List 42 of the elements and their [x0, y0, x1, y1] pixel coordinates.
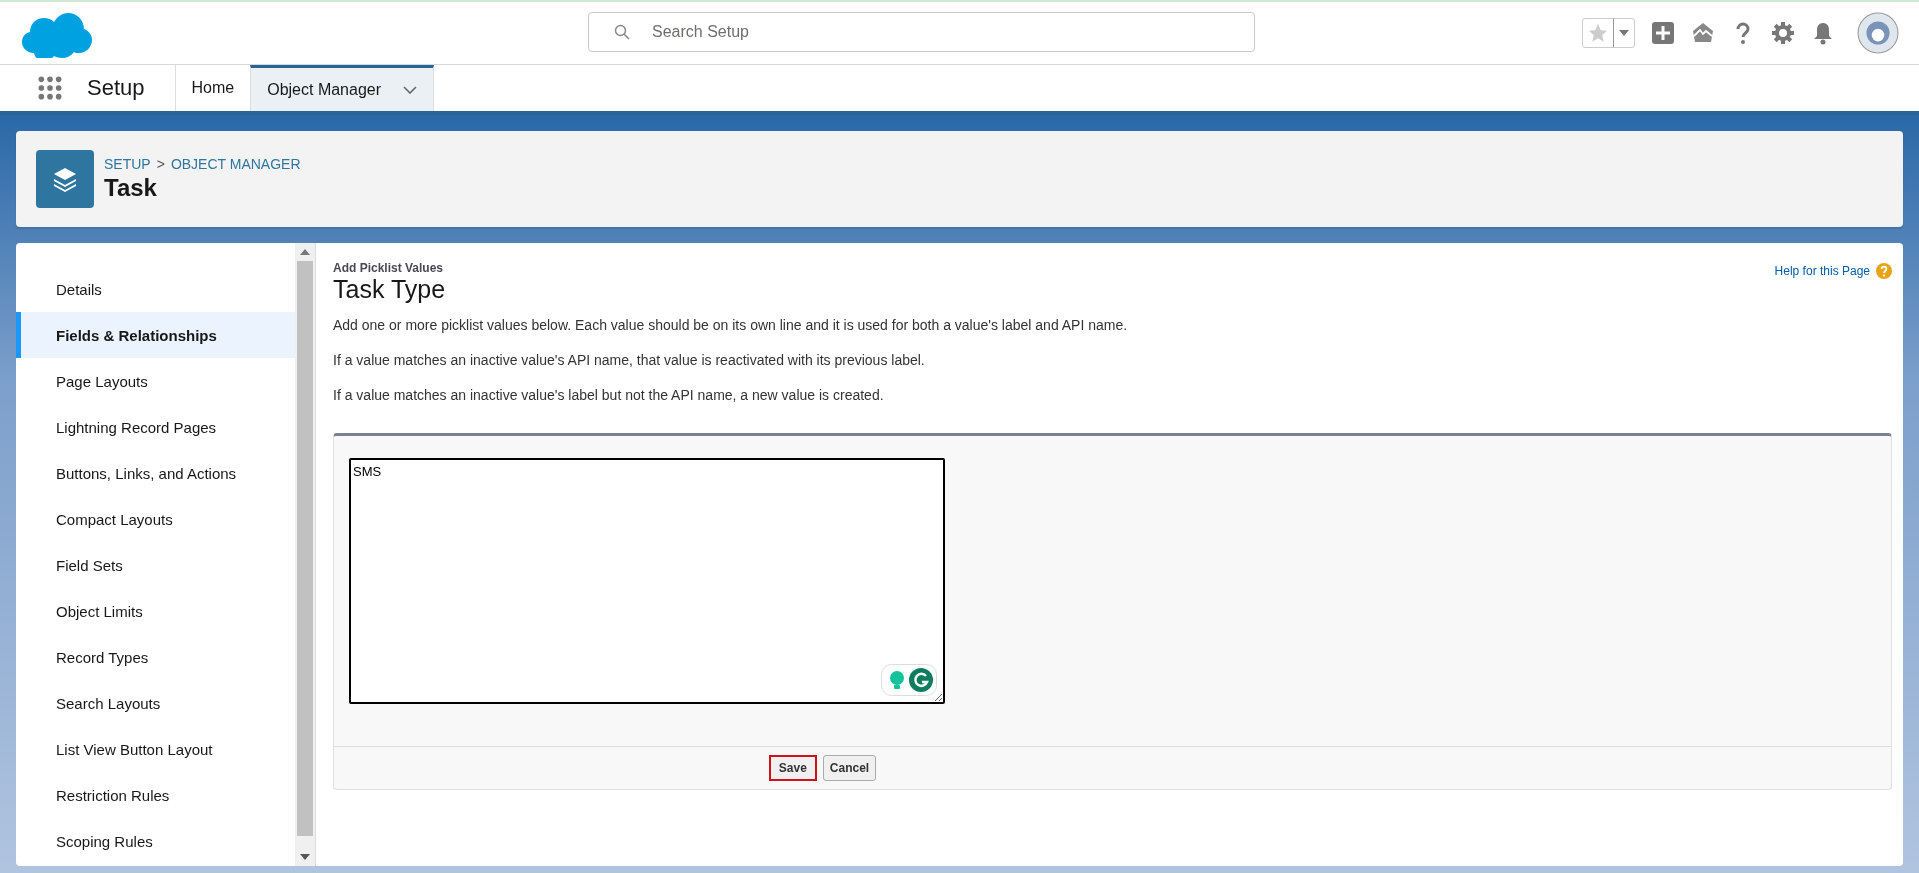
scroll-down-icon[interactable]: [300, 854, 310, 860]
sidebar-item[interactable]: Restriction Rules: [16, 772, 295, 818]
breadcrumb-link[interactable]: SETUP: [104, 156, 151, 172]
scrollbar[interactable]: [295, 243, 315, 866]
object-title: Task: [104, 174, 158, 202]
sidebar-item[interactable]: Search Layouts: [16, 680, 295, 726]
sidebar-item[interactable]: Scoping Rules: [16, 818, 295, 864]
cancel-button[interactable]: Cancel: [822, 755, 877, 781]
layers-icon: [36, 150, 94, 208]
breadcrumb-link[interactable]: OBJECT MANAGER: [170, 156, 301, 172]
sidebar-item[interactable]: Buttons, Links, and Actions: [16, 450, 295, 496]
save-button[interactable]: Save: [768, 755, 817, 781]
page-subtitle: Add Picklist Values: [333, 261, 445, 275]
app-launcher-icon[interactable]: [37, 75, 63, 101]
sidebar-item[interactable]: Page Layouts: [16, 358, 295, 404]
sidebar-item[interactable]: Fields & Relationships: [16, 312, 295, 358]
sidebar-item[interactable]: Compact Layouts: [16, 496, 295, 542]
search-field[interactable]: Search Setup: [588, 12, 1255, 52]
instruction-text: If a value matches an inactive value's API name, that value is reactivated with its previous label.: [333, 351, 926, 369]
sidebar-item[interactable]: List View Button Layout: [16, 726, 295, 772]
instruction-text: Add one or more picklist values below. Each value should be on its own line and it is used for both a value's label and API name.: [333, 316, 1129, 334]
nav-tab[interactable]: Object Manager: [250, 65, 435, 111]
chevron-down-icon[interactable]: [403, 85, 418, 94]
sidebar-item[interactable]: Record Types: [16, 634, 295, 680]
sidebar-item[interactable]: Details: [16, 266, 295, 312]
breadcrumb-separator: >: [156, 156, 165, 172]
plus-icon[interactable]: [1651, 21, 1675, 45]
scrollbar-thumb[interactable]: [297, 261, 313, 836]
avatar-icon[interactable]: [1857, 12, 1899, 54]
mountain-icon[interactable]: [1691, 21, 1715, 45]
instruction-text: If a value matches an inactive value's label but not the API name, a new value is created.: [333, 386, 885, 404]
app-name: Setup: [87, 75, 145, 101]
sidebar-item[interactable]: Lightning Record Pages: [16, 404, 295, 450]
page-title: Task Type: [333, 275, 446, 303]
favorites-button[interactable]: [1582, 18, 1635, 48]
scroll-up-icon[interactable]: [300, 249, 310, 255]
sidebar-item[interactable]: Field Sets: [16, 542, 295, 588]
writing-assistant-drawing[interactable]: [881, 664, 937, 696]
help-link[interactable]: Help for this Page: [1774, 264, 1870, 278]
sidebar-item[interactable]: Object Limits: [16, 588, 295, 634]
values-textarea[interactable]: SMS: [349, 458, 945, 704]
search-icon: [614, 24, 630, 40]
